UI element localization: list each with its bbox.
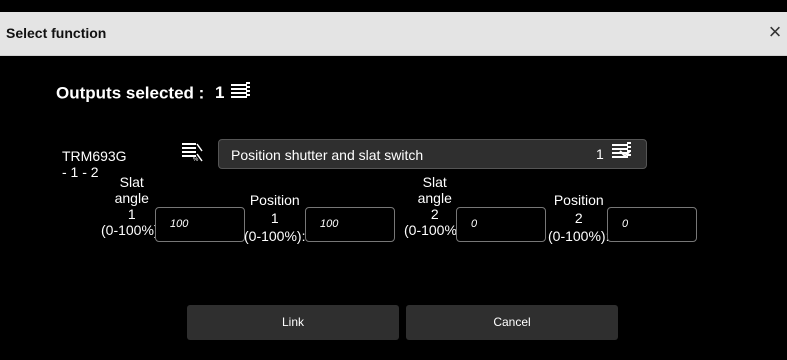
close-icon[interactable]: × (763, 20, 787, 44)
link-button[interactable]: Link (187, 305, 399, 340)
position-2-input[interactable]: 0 (607, 207, 697, 242)
param-label-line: (0-100%): (244, 228, 306, 244)
select-function-dialog: Select function × Outputs selected : 1 T… (0, 0, 787, 360)
param-position-1: Position 1 (0-100%): (244, 191, 305, 245)
slat-angle-2-input[interactable]: 0 (456, 207, 546, 242)
param-label-line: 1 (270, 210, 279, 226)
param-position-2: Position 2 (0-100%): (548, 191, 609, 245)
position-1-input[interactable]: 100 (305, 207, 395, 242)
param-label-line: angle (114, 190, 149, 206)
param-label-line: angle (417, 190, 452, 206)
function-select[interactable]: Position shutter and slat switch (218, 139, 647, 169)
stacked-outputs-icon (229, 82, 251, 106)
param-label-line: 2 (574, 210, 583, 226)
param-label-line: (0-100%): (101, 222, 163, 238)
dialog-titlebar: Select function × (0, 12, 787, 56)
param-label-line: 1 (127, 206, 136, 222)
stacked-outputs-icon (610, 142, 632, 164)
shutter-percent-icon: % (181, 142, 203, 165)
dialog-title: Select function (6, 25, 107, 41)
param-label-line: Position (249, 192, 300, 208)
slat-angle-1-input[interactable]: 100 (155, 207, 245, 242)
outputs-selected-count: 1 (215, 83, 225, 103)
outputs-selected-label: Outputs selected : (56, 83, 205, 103)
device-output-count: 1 (596, 146, 604, 162)
cancel-button[interactable]: Cancel (406, 305, 618, 340)
param-slat-angle-1: Slat angle 1 (0-100%): (101, 174, 162, 238)
svg-text:%: % (193, 157, 199, 162)
param-label-line: Slat (422, 174, 447, 190)
function-select-value: Position shutter and slat switch (231, 147, 424, 163)
outputs-selected: Outputs selected : 1 (56, 82, 251, 106)
param-label-line: Position (553, 192, 604, 208)
param-label-line: (0-100%): (548, 228, 610, 244)
param-label-line: Slat (119, 174, 144, 190)
